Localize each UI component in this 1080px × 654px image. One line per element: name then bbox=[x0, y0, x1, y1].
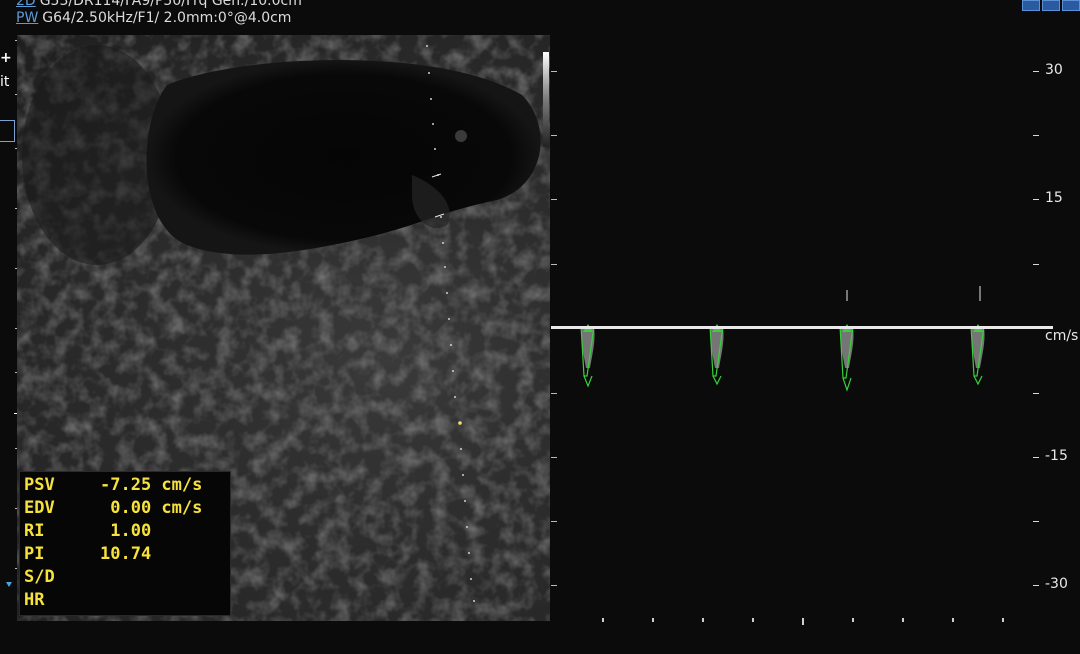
header-pw-params: G64/2.50kHz/F1/ 2.0mm:0°@4.0cm bbox=[42, 10, 292, 26]
scale-label-neg30: -30 bbox=[1045, 576, 1068, 592]
doppler-spectrum[interactable] bbox=[551, 35, 1051, 625]
header-line-pw: PW G64/2.50kHz/F1/ 2.0mm:0°@4.0cm bbox=[16, 10, 291, 26]
status-icon-b bbox=[1042, 0, 1060, 11]
doppler-baseline[interactable] bbox=[551, 326, 1053, 329]
header-2d-params: G53/DR114/FA9/P50/Frq Gen./10.0cm bbox=[39, 0, 302, 9]
mode-pw-label[interactable]: PW bbox=[16, 10, 38, 26]
status-icon-a bbox=[1022, 0, 1040, 11]
it-label: it bbox=[0, 74, 10, 90]
spectral-waveforms bbox=[580, 286, 985, 392]
scale-label-15: 15 bbox=[1045, 190, 1063, 206]
corner-status-icons bbox=[1022, 0, 1080, 11]
scale-label-30: 30 bbox=[1045, 62, 1063, 78]
plus-label[interactable]: + bbox=[0, 50, 12, 66]
scale-unit-label: cm/s bbox=[1045, 328, 1079, 344]
mode-2d-label[interactable]: 2D bbox=[16, 0, 36, 9]
scale-label-neg15: -15 bbox=[1045, 448, 1068, 464]
measurement-panel: PSV -7.25 cm/s EDV 0.00 cm/s RI 1.00 PI 10… bbox=[19, 471, 231, 616]
spectrum-svg bbox=[580, 286, 985, 392]
arrow-down-icon bbox=[6, 582, 12, 587]
status-icon-c bbox=[1062, 0, 1080, 11]
header-line-2d: 2D G53/DR114/FA9/P50/Frq Gen./10.0cm bbox=[16, 0, 302, 9]
side-bracket bbox=[0, 120, 15, 142]
grey-scale-bar bbox=[543, 52, 549, 147]
